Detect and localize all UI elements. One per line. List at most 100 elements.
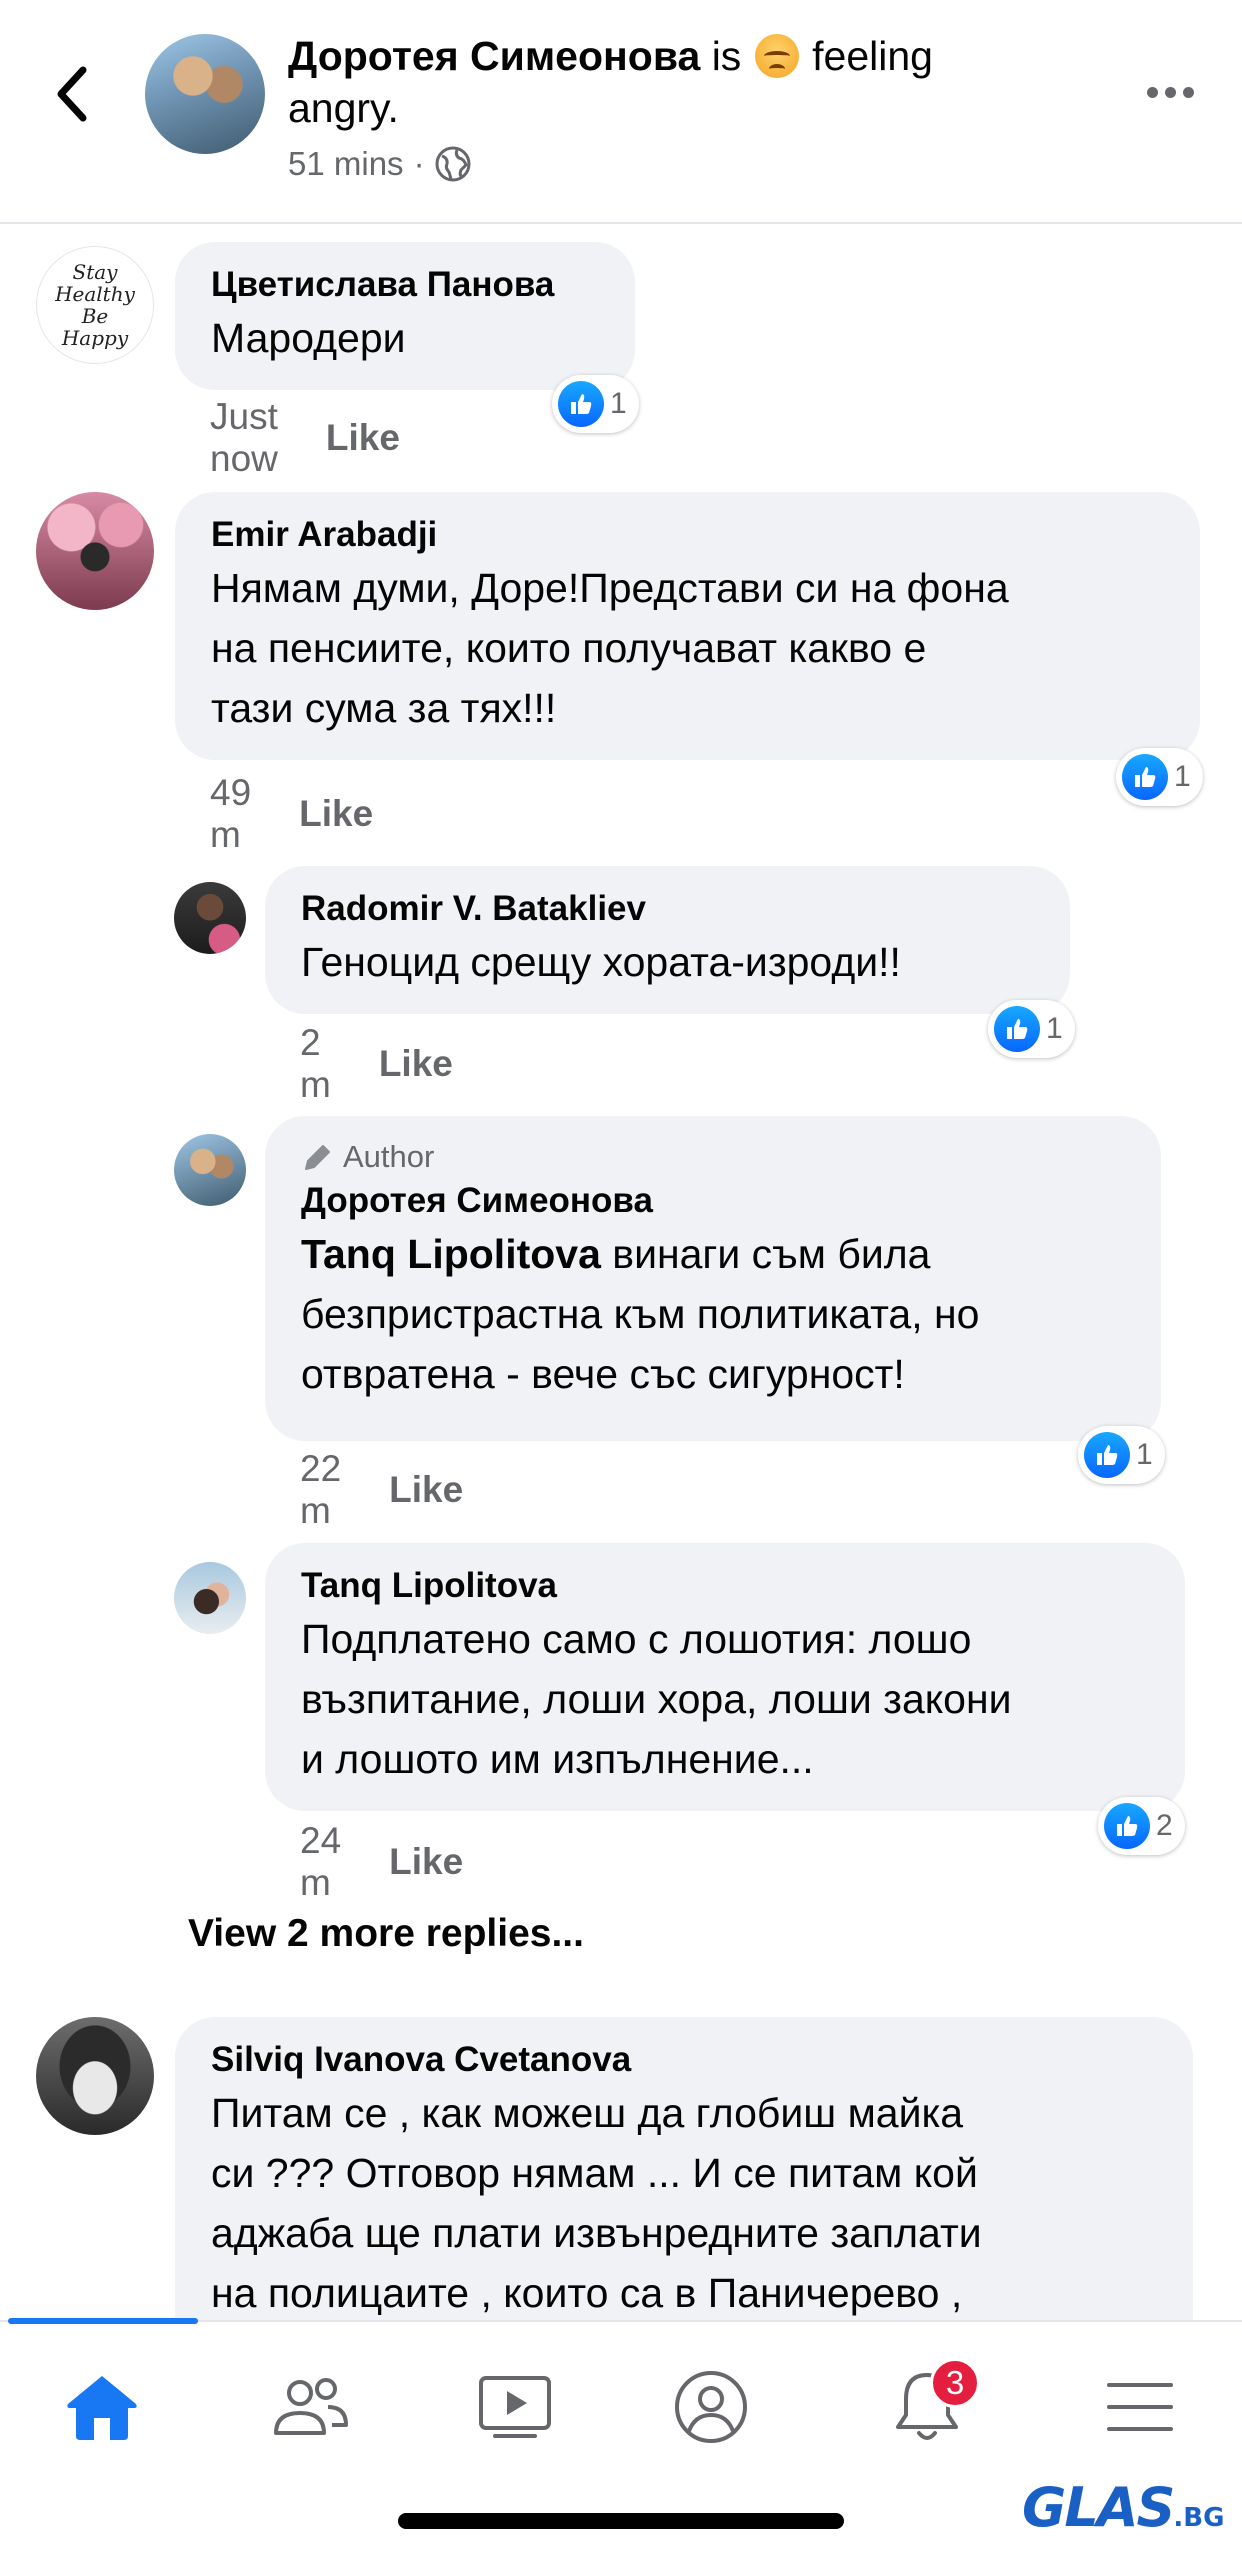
comment-text-line: Подплатено само с лошотия: лошо: [301, 1616, 972, 1662]
comment-bubble[interactable]: Silviq Ivanova Cvetanova Питам се , как …: [175, 2017, 1193, 2357]
commenter-avatar[interactable]: [174, 882, 246, 954]
comment-time: 49 m: [210, 772, 252, 855]
comment-meta: 22 m Like: [300, 1448, 463, 1532]
active-tab-indicator: [8, 2318, 198, 2324]
commenter-avatar[interactable]: [36, 2017, 154, 2135]
comment-text-line: на полицаите , които са в Паничерево ,: [211, 2270, 963, 2316]
view-more-replies-link[interactable]: View 2 more replies...: [188, 1912, 584, 1956]
comment-meta: 2 m Like: [300, 1022, 453, 1106]
like-button[interactable]: Like: [379, 1043, 453, 1085]
comment-time: 2 m: [300, 1022, 331, 1105]
reaction-count[interactable]: 1: [1078, 1426, 1165, 1484]
commenter-name[interactable]: Silviq Ivanova Cvetanova: [211, 2037, 1157, 2083]
commenter-avatar[interactable]: [36, 492, 154, 610]
angry-emoji-icon: [754, 34, 799, 78]
comment-meta: 49 m Like: [210, 772, 373, 856]
author-tag: Author: [301, 1136, 1125, 1178]
meta-separator: ·: [413, 145, 425, 182]
like-reaction-icon: [1084, 1432, 1130, 1478]
tab-notifications[interactable]: 3: [872, 2352, 982, 2462]
author-label: Author: [343, 1139, 435, 1174]
reaction-count[interactable]: 1: [1116, 748, 1203, 806]
tab-watch[interactable]: [460, 2352, 570, 2462]
commenter-avatar[interactable]: [174, 1562, 246, 1634]
home-icon: [67, 2376, 137, 2440]
friends-icon: [274, 2378, 348, 2435]
commenter-name[interactable]: Доротея Симеонова: [301, 1178, 1125, 1224]
tab-profile[interactable]: [656, 2352, 766, 2462]
reaction-number: 1: [1046, 1012, 1063, 1045]
post-header: Доротея Симеонова is feeling angry. 51 m…: [0, 0, 1242, 224]
like-reaction-icon: [994, 1006, 1040, 1052]
watermark-main: GLAS: [1022, 2476, 1175, 2539]
comment-text-line: Нямам думи, Доре!Представи си на фона: [211, 565, 1009, 611]
reaction-number: 1: [1174, 760, 1191, 793]
commenter-name[interactable]: Emir Arabadji: [211, 512, 1164, 558]
watermark-suffix: .BG: [1173, 2503, 1225, 2533]
commenter-avatar[interactable]: [174, 1134, 246, 1206]
reaction-count[interactable]: 1: [552, 375, 639, 433]
comment-meta: 24 m Like: [300, 1820, 463, 1904]
mention-link[interactable]: Tanq Lipolitova: [301, 1231, 601, 1277]
comment-time: 24 m: [300, 1820, 342, 1903]
pencil-icon: [305, 1145, 330, 1170]
comment-text-line: аджаба ще плати извънредните заплати: [211, 2210, 982, 2256]
post-meta: 51 mins ·: [288, 145, 471, 183]
feeling-text: feeling: [812, 33, 933, 79]
author-name[interactable]: Доротея Симеонова: [288, 33, 700, 79]
comment-text-line: отвратена - вече със сигурност!: [301, 1351, 905, 1397]
comment-bubble[interactable]: Emir Arabadji Нямам думи, Доре!Представи…: [175, 492, 1200, 760]
menu-icon: [1107, 2383, 1173, 2431]
more-options-button[interactable]: [1140, 72, 1200, 112]
profile-icon: [675, 2371, 747, 2443]
like-reaction-icon: [558, 381, 604, 427]
comment-text-line: си ??? Отговор нямам ... И се питам кой: [211, 2150, 978, 2196]
commenter-name[interactable]: Tanq Lipolitova: [301, 1563, 1149, 1609]
comment-text: Мародери: [211, 315, 406, 361]
avatar-lettering: Stay Healthy Be Happy: [55, 260, 135, 350]
like-button[interactable]: Like: [326, 417, 400, 459]
comment-text-line: тази сума за тях!!!: [211, 685, 557, 731]
comment-text-line: безпристрастна към политиката, но: [301, 1291, 980, 1337]
commenter-avatar[interactable]: Stay Healthy Be Happy: [36, 246, 154, 364]
comment-meta: Just now Like: [210, 396, 400, 480]
reaction-count[interactable]: 1: [988, 1000, 1075, 1058]
post-title: Доротея Симеонова is feeling angry.: [288, 30, 1068, 134]
comment-bubble[interactable]: Radomir V. Batakliev Геноцид срещу хорат…: [265, 866, 1070, 1014]
reaction-number: 1: [610, 387, 627, 420]
comment-bubble[interactable]: Tanq Lipolitova Подплатено само с лошоти…: [265, 1543, 1185, 1811]
notification-badge: 3: [930, 2358, 980, 2408]
like-button[interactable]: Like: [389, 1469, 463, 1511]
comment-time: 22 m: [300, 1448, 342, 1531]
comment-text-line: Питам се , как можеш да глобиш майка: [211, 2090, 964, 2136]
comment-text-line: възпитание, лоши хора, лоши закони: [301, 1676, 1012, 1722]
comment-time: Just now: [210, 396, 278, 479]
reaction-number: 1: [1136, 1438, 1153, 1471]
comment-text-line: на пенсиите, които получават какво е: [211, 625, 927, 671]
comment-text-line: и лошото им изпълнение...: [301, 1736, 814, 1782]
watermark-logo: GLAS.BG: [1022, 2476, 1224, 2539]
home-indicator: [398, 2513, 844, 2529]
video-icon: [479, 2376, 551, 2438]
is-text: is: [711, 33, 742, 79]
reaction-number: 2: [1156, 1809, 1173, 1842]
like-reaction-icon: [1104, 1803, 1150, 1849]
back-button[interactable]: [44, 62, 100, 126]
commenter-name[interactable]: Radomir V. Batakliev: [301, 886, 1034, 932]
tab-menu[interactable]: [1085, 2352, 1195, 2462]
like-button[interactable]: Like: [299, 793, 373, 835]
mood-text: angry.: [288, 85, 399, 131]
like-button[interactable]: Like: [389, 1841, 463, 1883]
commenter-name[interactable]: Цветислава Панова: [211, 262, 599, 308]
globe-icon: [435, 146, 471, 182]
comment-bubble[interactable]: Цветислава Панова Мародери: [175, 242, 635, 390]
author-avatar[interactable]: [145, 34, 265, 154]
comment-bubble[interactable]: Author Доротея Симеонова Tanq Lipolitova…: [265, 1116, 1161, 1441]
tab-friends[interactable]: [255, 2352, 365, 2462]
comment-text: Геноцид срещу хората-изроди!!: [301, 939, 901, 985]
like-reaction-icon: [1122, 754, 1168, 800]
post-time[interactable]: 51 mins: [288, 145, 404, 183]
comment-text-part: винаги съм била: [600, 1231, 931, 1277]
reaction-count[interactable]: 2: [1098, 1797, 1185, 1855]
tab-home[interactable]: [47, 2352, 157, 2462]
